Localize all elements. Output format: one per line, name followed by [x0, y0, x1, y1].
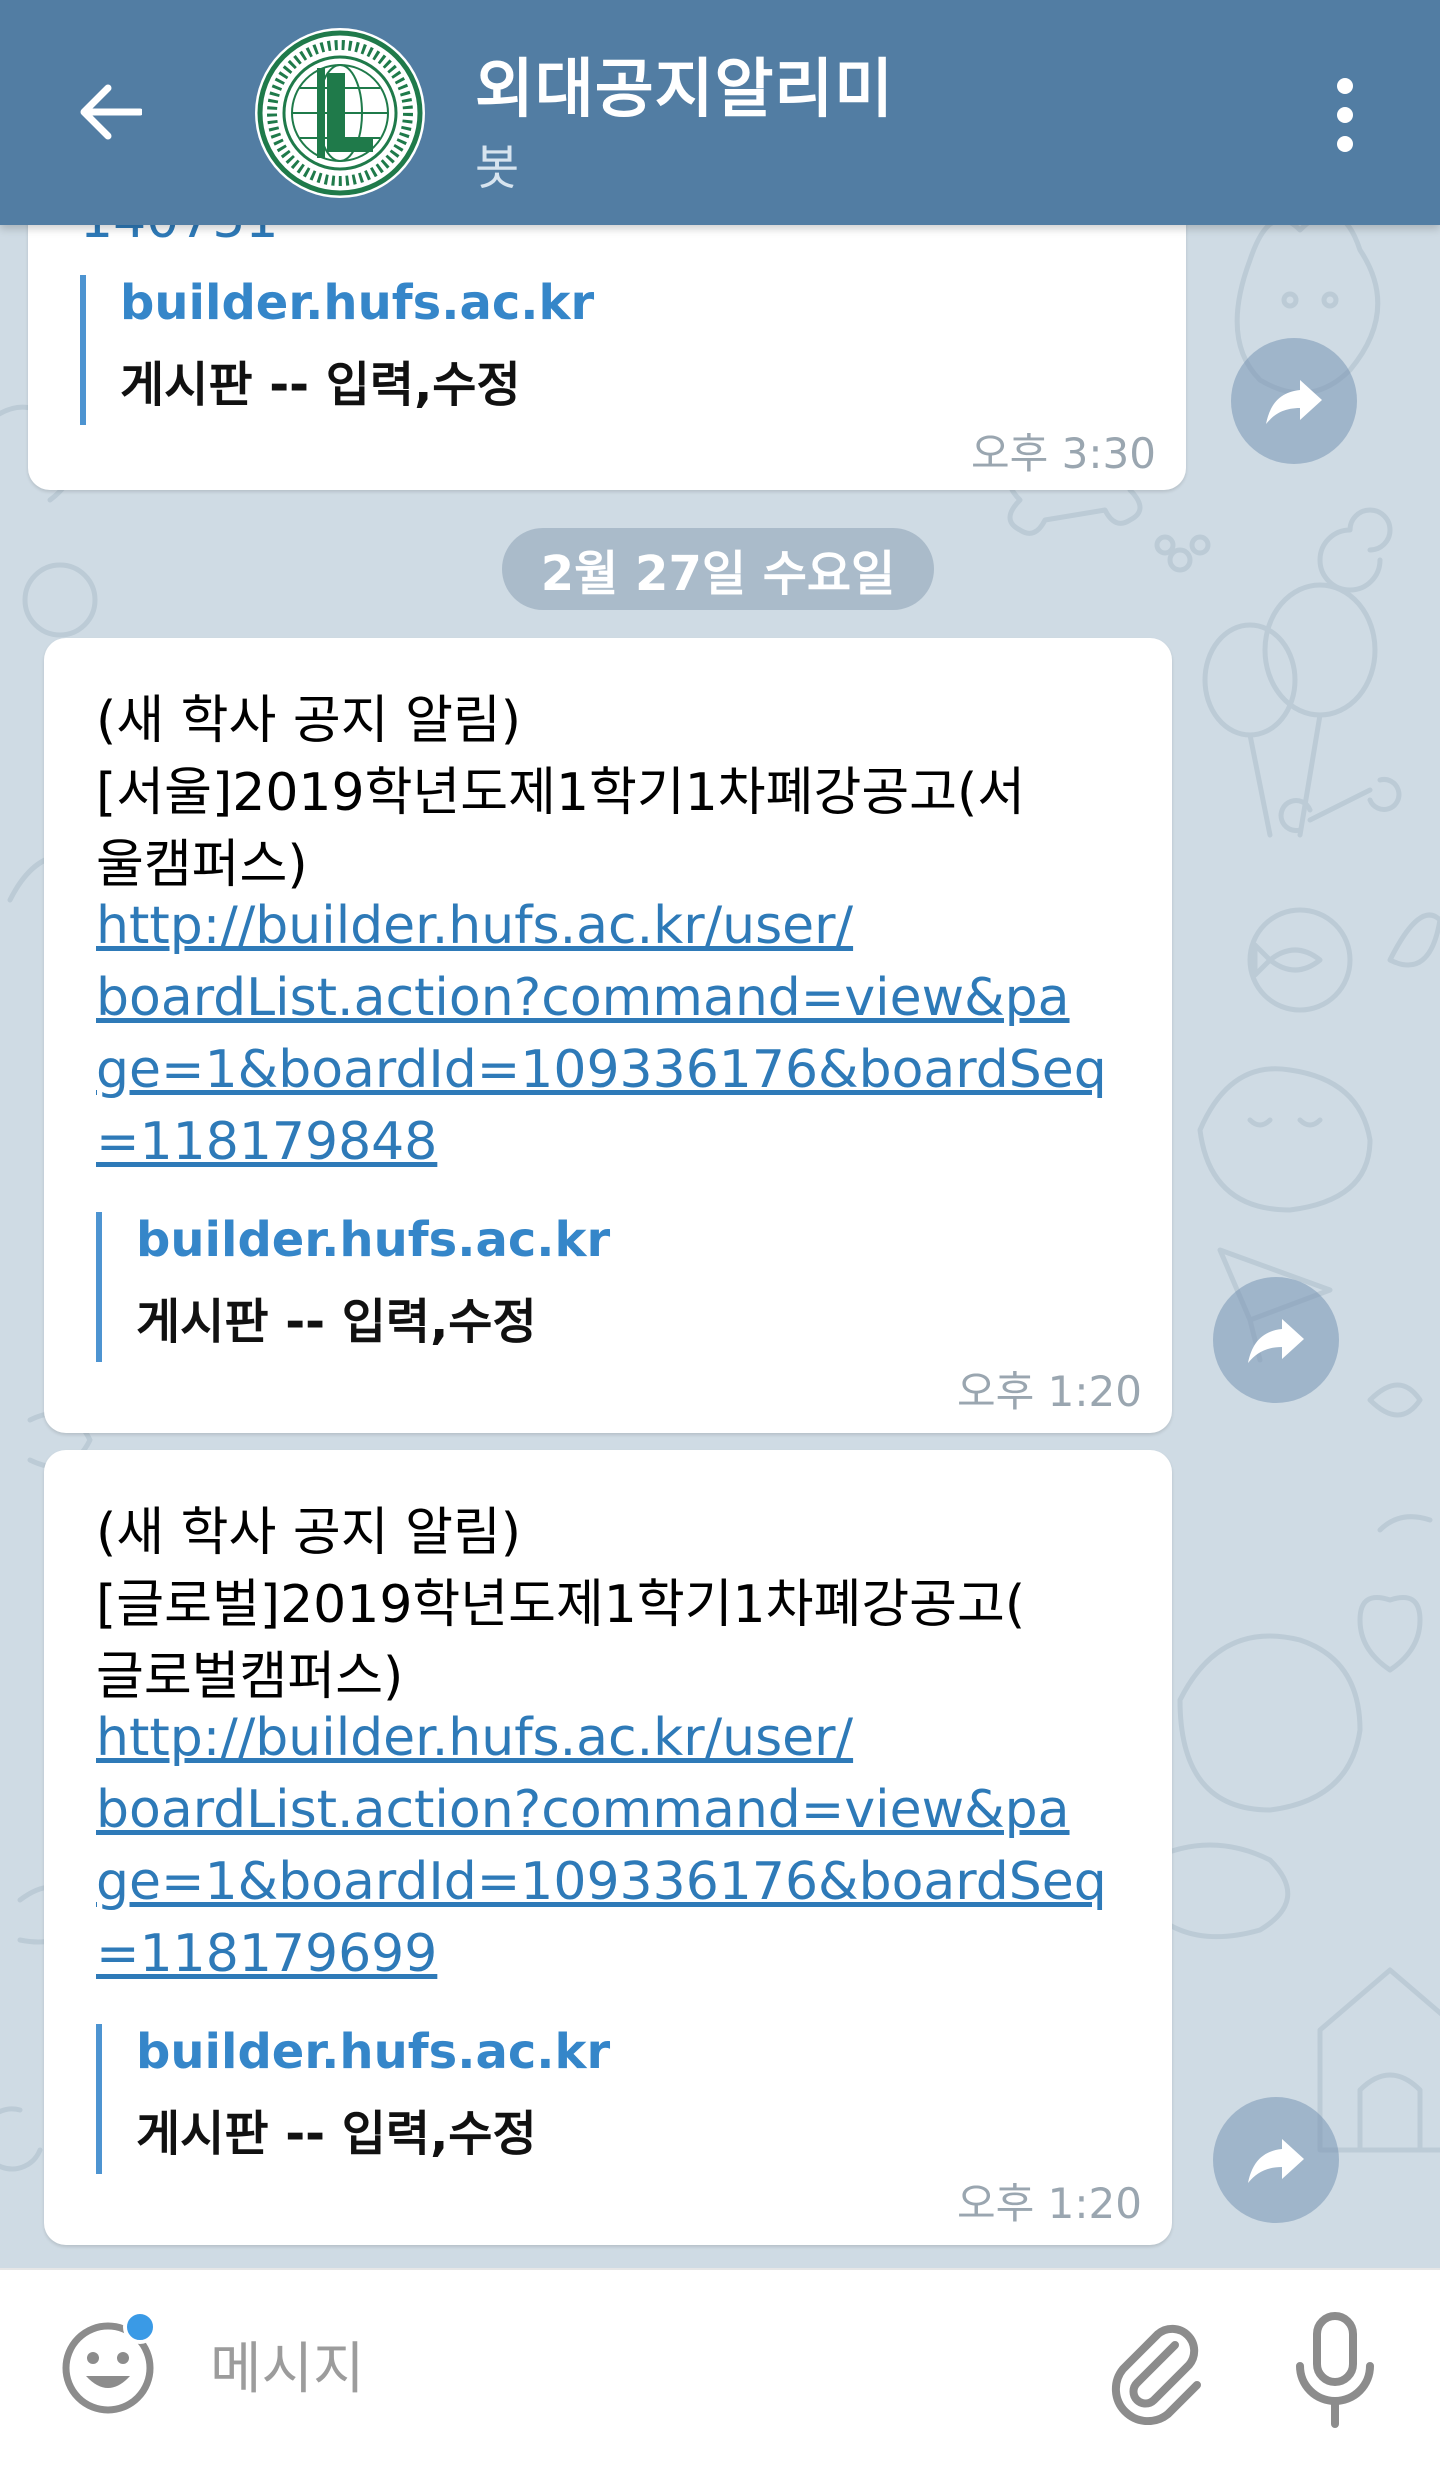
message-link[interactable]: =118179848 — [96, 1112, 437, 1172]
university-seal-icon — [257, 30, 423, 196]
message-link[interactable]: boardList.action?command=view&pa — [96, 968, 1070, 1028]
message-time: 오후 1:20 — [957, 2179, 1142, 2228]
more-vertical-icon — [1337, 78, 1353, 94]
microphone-icon — [1296, 2312, 1374, 2428]
preview-title: 게시판 -- 입력,수정 — [136, 1294, 537, 1350]
message-link[interactable]: http://builder.hufs.ac.kr/user/ — [96, 1708, 853, 1768]
message-bubble[interactable]: (새 학사 공지 알림) [글로벌]2019학년도제1학기1차폐강공고( 글로벌… — [44, 1450, 1172, 2245]
message-composer — [0, 2268, 1440, 2465]
preview-site: builder.hufs.ac.kr — [136, 1212, 611, 1268]
message-input[interactable] — [208, 2328, 1032, 2410]
more-vertical-icon-dot — [1337, 136, 1353, 152]
share-button[interactable] — [1231, 338, 1357, 464]
message-text-line: [글로벌]2019학년도제1학기1차폐강공고( — [96, 1575, 1026, 1635]
message-time: 오후 1:20 — [957, 1367, 1142, 1416]
message-text-line: 글로벌캠퍼스) — [96, 1647, 404, 1707]
preview-site: builder.hufs.ac.kr — [120, 275, 595, 331]
preview-title: 게시판 -- 입력,수정 — [120, 357, 521, 413]
chat-header: 외대공지알리미 봇 — [0, 0, 1440, 225]
message-link[interactable]: ge=1&boardId=109336176&boardSeq — [96, 1040, 1107, 1100]
arrow-left-icon — [80, 84, 142, 140]
chat-title: 외대공지알리미 — [475, 53, 895, 127]
share-button[interactable] — [1213, 1277, 1339, 1403]
share-forward-icon — [1248, 1319, 1304, 1363]
attach-button[interactable] — [1105, 2315, 1205, 2426]
back-button[interactable] — [70, 72, 150, 152]
preview-title: 게시판 -- 입력,수정 — [136, 2106, 537, 2162]
message-text-line: [서울]2019학년도제1학기1차폐강공고(서 — [96, 763, 1026, 823]
preview-site: builder.hufs.ac.kr — [136, 2024, 611, 2080]
more-menu-button[interactable] — [1320, 70, 1370, 160]
message-link[interactable]: ge=1&boardId=109336176&boardSeq — [96, 1852, 1107, 1912]
link-preview[interactable]: builder.hufs.ac.kr 게시판 -- 입력,수정 — [96, 2024, 702, 2174]
date-separator: 2월 27일 수요일 — [502, 528, 934, 610]
message-link[interactable]: http://builder.hufs.ac.kr/user/ — [96, 896, 853, 956]
message-link[interactable]: boardList.action?command=view&pa — [96, 1780, 1070, 1840]
bot-avatar[interactable] — [255, 28, 425, 198]
share-forward-icon — [1248, 2139, 1304, 2183]
message-link[interactable]: =118179699 — [96, 1924, 437, 1984]
emoji-notification-dot — [123, 2310, 157, 2344]
message-text-line: (새 학사 공지 알림) — [96, 1503, 522, 1563]
link-preview[interactable]: builder.hufs.ac.kr 게시판 -- 입력,수정 — [80, 275, 686, 425]
more-vertical-icon-dot — [1337, 107, 1353, 123]
link-preview[interactable]: builder.hufs.ac.kr 게시판 -- 입력,수정 — [96, 1212, 702, 1362]
message-time: 오후 3:30 — [971, 429, 1156, 478]
message-bubble[interactable]: (새 학사 공지 알림) [서울]2019학년도제1학기1차폐강공고(서 울캠퍼… — [44, 638, 1172, 1433]
message-text-line: (새 학사 공지 알림) — [96, 691, 522, 751]
chat-subtitle: 봇 — [475, 140, 520, 196]
message-text-line: 울캠퍼스) — [96, 835, 308, 895]
share-button[interactable] — [1213, 2097, 1339, 2223]
paperclip-icon — [1111, 2324, 1201, 2426]
share-forward-icon — [1266, 380, 1322, 424]
microphone-button[interactable] — [1290, 2310, 1380, 2430]
